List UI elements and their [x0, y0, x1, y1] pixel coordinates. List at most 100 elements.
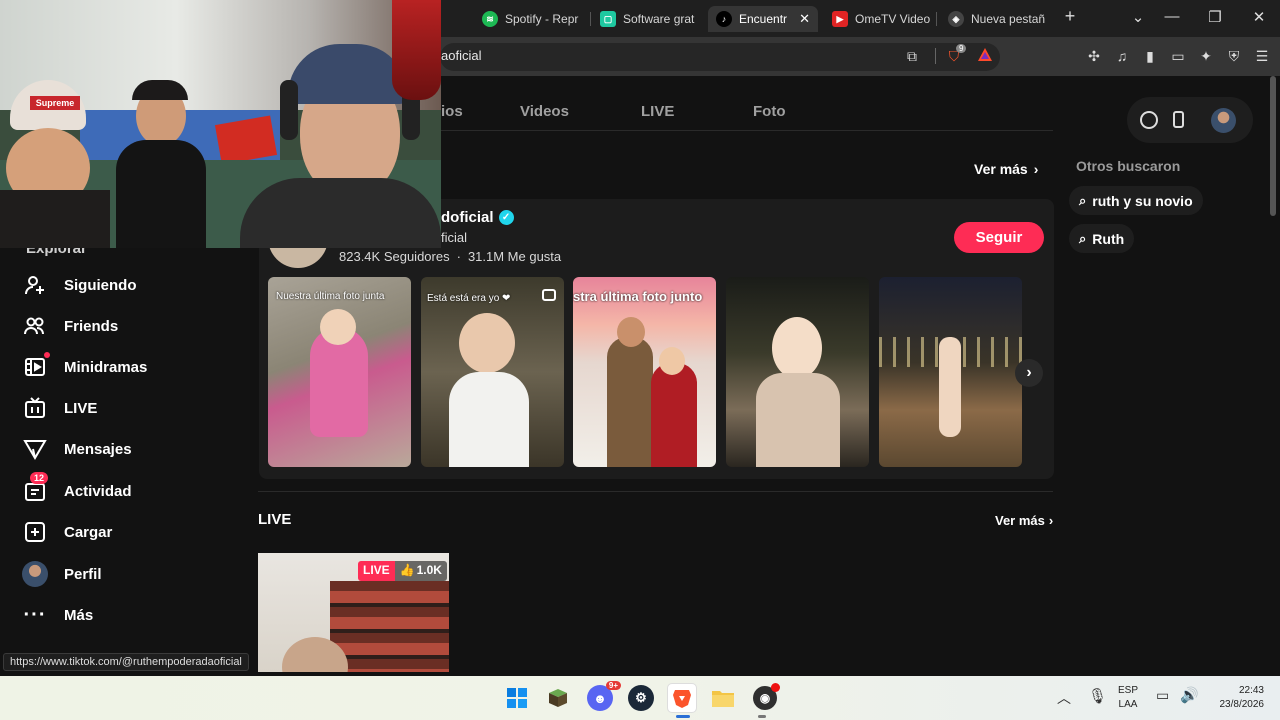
close-tab-icon[interactable]: ✕ [799, 11, 810, 27]
sidebar-item-profile[interactable]: Perfil [22, 558, 102, 590]
thumbs-up-icon: 👍 [399, 563, 415, 577]
brave-icon[interactable] [667, 683, 697, 713]
messages-icon [22, 436, 48, 462]
network-icon[interactable]: ▭ [1156, 687, 1169, 704]
minecraft-icon[interactable] [543, 683, 573, 713]
sidebar-item-live[interactable]: LIVE [22, 392, 97, 424]
sidebar-item-label: Cargar [64, 523, 113, 541]
tab-ometv[interactable]: ▶ OmeTV Video [824, 6, 932, 32]
suggestion-label: ruth y su novio [1092, 192, 1193, 209]
sidebar-item-more[interactable]: ··· Más [22, 599, 94, 631]
upload-icon [22, 519, 48, 545]
url-text[interactable]: aoficial [441, 48, 481, 63]
carousel-next-button[interactable]: › [1015, 359, 1043, 387]
sidebar-item-label: Minidramas [64, 358, 148, 376]
tab-users-partial[interactable]: ios [441, 103, 463, 120]
live-see-more[interactable]: Ver más › [995, 513, 1053, 528]
menu-icon[interactable]: ☰ [1253, 47, 1271, 65]
tab-tiktok[interactable]: ♪ Encuentr ✕ [708, 6, 818, 32]
sidebar-item-label: Siguiendo [64, 276, 137, 294]
media-icon[interactable]: ♫ [1113, 47, 1131, 65]
thumb-caption: Nuestra última foto junta [276, 291, 385, 302]
avatar[interactable] [1211, 108, 1236, 133]
language-top: ESP [1118, 685, 1139, 696]
avatar [22, 561, 48, 587]
live-badges: LIVE 👍 1.0K [358, 561, 447, 581]
wallet-icon[interactable]: ▭ [1169, 47, 1187, 65]
sidebar-item-label: Mensajes [64, 440, 132, 458]
restore-icon[interactable]: ❐ [1203, 8, 1227, 26]
video-thumbnail[interactable] [879, 277, 1022, 467]
tab-new[interactable]: ◈ Nueva pestañ [940, 6, 1052, 32]
tab-software[interactable]: ▢ Software grat [592, 6, 702, 32]
live-badge: LIVE [358, 561, 395, 581]
tab-live[interactable]: LIVE [641, 103, 674, 120]
clock[interactable]: 22:43 23/8/2026 [1206, 684, 1265, 712]
translate-icon[interactable]: ⧉ [903, 47, 921, 65]
tab-label: Spotify - Repr [505, 12, 579, 26]
video-thumbnail[interactable] [726, 277, 869, 467]
sidebar-item-activity[interactable]: 12 Actividad [22, 472, 132, 507]
sidebar-item-minidramas[interactable]: Minidramas [22, 351, 147, 383]
suggestion-chip[interactable]: ⌕ ruth y su novio [1069, 186, 1203, 215]
brave-rewards-icon[interactable] [976, 47, 994, 65]
minimize-icon[interactable]: — [1160, 8, 1184, 25]
close-window-icon[interactable]: ✕ [1247, 8, 1271, 26]
verified-icon: ✓ [498, 210, 514, 225]
sidebar-item-messages[interactable]: Mensajes [22, 433, 132, 465]
leo-ai-icon[interactable]: ✦ [1197, 47, 1215, 65]
sidebar-item-upload[interactable]: Cargar [22, 516, 112, 548]
tab-label: Encuentr [739, 12, 788, 26]
sidebar-item-label: Perfil [64, 565, 102, 583]
explore-icon[interactable] [1140, 111, 1158, 129]
following-icon [22, 272, 48, 298]
chevron-right-icon: › [1033, 161, 1039, 177]
video-thumbnail[interactable]: Nuestra última foto junta [268, 277, 411, 467]
sidebar-item-label: Más [64, 606, 94, 624]
microphone-icon[interactable]: 🎙 [1088, 687, 1107, 705]
video-thumbnail[interactable]: stra última foto junto [573, 277, 716, 467]
volume-icon[interactable]: 🔊 [1180, 686, 1199, 704]
discord-icon[interactable]: ☻ 9+ [585, 681, 621, 713]
cap-logo: Supreme [30, 96, 80, 110]
tab-spotify[interactable]: ≋ Spotify - Repr [474, 6, 586, 32]
suggestion-label: Ruth [1092, 230, 1125, 247]
tab-photos[interactable]: Foto [753, 103, 785, 120]
page-scrollbar[interactable] [1270, 76, 1276, 216]
device-icon[interactable] [1173, 111, 1184, 128]
extensions-icon[interactable]: ✣ [1085, 47, 1103, 65]
steam-icon[interactable]: ⚙ [626, 683, 656, 713]
taskbar: ☻ 9+ ⚙ ◉ ︿ 🎙 ESP LAA ▭ 🔊 22:43 23/8/2026 [0, 676, 1280, 720]
file-explorer-icon[interactable] [708, 683, 738, 713]
language-indicator[interactable]: ESP LAA [1118, 684, 1138, 712]
ometv-icon: ▶ [832, 11, 848, 27]
user-name-row[interactable]: doficial ✓ [441, 209, 514, 226]
obs-icon[interactable]: ◉ [750, 683, 780, 713]
others-searched-title: Otros buscaron [1076, 158, 1181, 174]
minidramas-icon [22, 352, 50, 380]
accounts-see-more[interactable]: Ver más › [974, 161, 1038, 177]
follow-button[interactable]: Seguir [954, 222, 1044, 253]
suggestion-chip[interactable]: ⌕ Ruth [1069, 224, 1135, 253]
see-more-label: Ver más [974, 161, 1028, 177]
live-section-title: LIVE [258, 511, 292, 528]
running-app-indicator [758, 715, 766, 718]
active-app-indicator [676, 715, 690, 718]
video-thumbnail[interactable]: Está está era yo ❤ [421, 277, 564, 467]
sidebar-item-friends[interactable]: Friends [22, 310, 118, 342]
sidebar-item-following[interactable]: Siguiendo [22, 269, 137, 301]
likes-count: 31.1M Me gusta [467, 249, 562, 264]
tab-label: Nueva pestañ [971, 12, 1046, 26]
show-hidden-icons[interactable]: ︿ [1057, 688, 1071, 708]
user-name: doficial [441, 209, 494, 226]
software-icon: ▢ [600, 11, 616, 27]
windows-start-icon[interactable] [502, 683, 532, 713]
sidebar-item-label: Friends [64, 317, 119, 335]
sidebar-toggle-icon[interactable]: ▮ [1141, 47, 1159, 65]
tab-search-icon[interactable]: ⌄ [1126, 8, 1150, 26]
vpn-icon[interactable]: ⛨ [1225, 47, 1243, 65]
thumb-caption: stra última foto junto [573, 289, 703, 304]
stats-separator: · [456, 249, 461, 264]
tab-videos[interactable]: Videos [520, 103, 569, 120]
new-tab-button[interactable]: + [1058, 6, 1082, 27]
